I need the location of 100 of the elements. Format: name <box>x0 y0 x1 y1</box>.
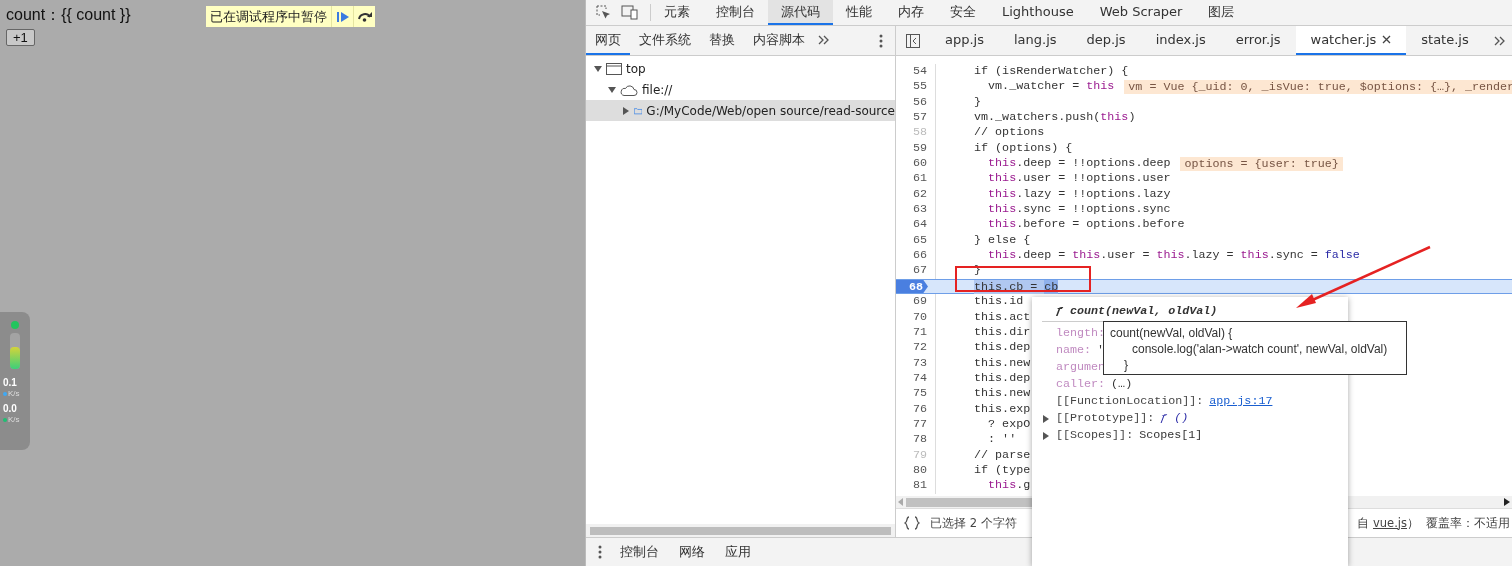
line-number: 67 <box>912 263 927 278</box>
line-number: 54 <box>912 64 927 78</box>
device-toolbar-icon[interactable] <box>621 5 638 20</box>
file-tab[interactable]: watcher.js <box>1295 26 1407 55</box>
line-number: 73 <box>912 355 927 370</box>
increment-button[interactable]: +1 <box>6 29 35 46</box>
panel-tab[interactable]: Web Scraper <box>1086 0 1196 25</box>
inline-value: options = {user: true} <box>1180 156 1343 171</box>
window-icon <box>606 62 622 75</box>
file-tab[interactable]: state.js <box>1406 26 1484 55</box>
panel-tab[interactable]: 性能 <box>833 0 885 25</box>
line-number: 71 <box>912 324 927 339</box>
code-line: // options <box>973 125 1045 141</box>
line-number: 57 <box>912 110 927 125</box>
line-number: 55 <box>912 79 927 94</box>
drawer-tab[interactable]: 控制台 <box>610 543 669 561</box>
line-number: 62 <box>912 186 927 201</box>
line-number: 78 <box>912 432 927 447</box>
property-value: ' <box>1097 342 1105 359</box>
tree-item[interactable]: top <box>586 58 895 79</box>
code-line: this.deep = !!options.deep <box>987 156 1171 172</box>
more-options-icon[interactable] <box>598 545 602 559</box>
gauge-icon <box>10 333 20 369</box>
drawer-tab[interactable]: 应用 <box>715 543 761 561</box>
cloud-icon <box>620 83 638 96</box>
close-icon[interactable] <box>1382 35 1392 44</box>
selection-status: 已选择 2 个字符 <box>930 515 1017 531</box>
line-number: 79 <box>912 447 927 462</box>
code-line: vm._watchers.push(this) <box>973 110 1136 126</box>
panel-tab[interactable]: 源代码 <box>768 0 833 25</box>
line-number: 75 <box>912 386 927 401</box>
line-number: 76 <box>912 401 927 416</box>
code-line: ? expO <box>987 416 1031 433</box>
rate-unit: K/s <box>8 414 20 425</box>
tree-item[interactable]: file:// <box>586 79 895 100</box>
code-line: } <box>973 94 982 111</box>
more-options-icon[interactable] <box>879 33 883 48</box>
collapsed-triangle-icon[interactable] <box>1042 431 1050 440</box>
scrollbar[interactable] <box>586 524 895 537</box>
property-key: [[Prototype]]: <box>1056 410 1155 427</box>
rate-value: 0.0 <box>3 403 17 414</box>
collapsed-triangle-icon[interactable] <box>1042 414 1050 423</box>
more-files-icon[interactable] <box>1493 35 1506 46</box>
line-number: 58 <box>912 125 927 140</box>
line-number: 60 <box>912 156 927 171</box>
expanded-triangle-icon[interactable] <box>594 64 602 73</box>
expanded-triangle-icon[interactable] <box>608 85 616 94</box>
line-number: 72 <box>912 340 927 355</box>
line-number: 66 <box>912 248 927 263</box>
code-line: vm._watcher = this <box>987 79 1115 95</box>
file-tab[interactable]: index.js <box>1140 26 1221 55</box>
current-line-number[interactable]: 68 <box>896 279 928 294</box>
more-tabs-icon[interactable] <box>818 34 830 45</box>
scroll-right-icon[interactable] <box>1504 498 1510 506</box>
line-number: 61 <box>912 171 927 186</box>
panel-tab[interactable]: Lighthouse <box>989 0 1087 25</box>
source-status: 自 vue.js） <box>1357 515 1419 531</box>
location-link[interactable]: app.js:17 <box>1209 393 1273 410</box>
sidebar-toggle-icon[interactable] <box>906 33 920 48</box>
inspect-icon[interactable] <box>596 5 611 20</box>
file-tab[interactable]: app.js <box>930 26 999 55</box>
code-line: this.before = options.before <box>987 217 1185 233</box>
line-number: 80 <box>912 462 927 477</box>
line-number: 63 <box>912 202 927 217</box>
drawer-tab[interactable]: 网络 <box>669 543 715 561</box>
property-key: [[FunctionLocation]]: <box>1056 393 1204 410</box>
file-tab[interactable]: error.js <box>1220 26 1296 55</box>
navigator-tab[interactable]: 文件系统 <box>630 26 700 55</box>
navigator-tab[interactable]: 替换 <box>700 26 744 55</box>
panel-tab[interactable]: 内存 <box>885 0 937 25</box>
tree-item[interactable]: G:/MyCode/Web/open source/read-source <box>586 100 895 121</box>
property-value: Scopes[1] <box>1139 427 1203 444</box>
paused-message: 已在调试程序中暂停 <box>209 7 328 26</box>
collapsed-triangle-icon[interactable] <box>622 106 630 115</box>
line-number: 74 <box>912 370 927 385</box>
line-number: 59 <box>912 140 927 155</box>
file-tab[interactable]: dep.js <box>1071 26 1141 55</box>
code-line: this.exp <box>973 401 1031 417</box>
status-dot <box>11 321 19 329</box>
code-line: if (isRenderWatcher) { <box>973 64 1129 80</box>
tooltip-line: console.log('alan->watch count', newVal, oldVal) <box>1132 342 1388 356</box>
pretty-print-icon[interactable] <box>904 516 920 530</box>
navigator-tab[interactable]: 内容脚本 <box>744 26 814 55</box>
panel-tab[interactable]: 安全 <box>937 0 989 25</box>
property-value: (…) <box>1111 376 1133 393</box>
code-line: this.dep <box>973 370 1031 387</box>
file-tab[interactable]: lang.js <box>999 26 1072 55</box>
navigator-tab[interactable]: 网页 <box>586 26 630 55</box>
line-number: 81 <box>912 478 927 493</box>
code-line: this.g <box>987 478 1031 494</box>
counter-label: count：{{ count }} <box>6 5 131 25</box>
panel-tab[interactable]: 元素 <box>651 0 703 25</box>
code-line: this.new <box>973 386 1031 402</box>
panel-tab[interactable]: 控制台 <box>703 0 768 25</box>
panel-tab[interactable]: 图层 <box>1195 0 1248 25</box>
code-line: this.act <box>973 309 1031 325</box>
line-number: 64 <box>912 217 927 232</box>
property-key: [[Scopes]]: <box>1056 427 1134 444</box>
property-value: ƒ () <box>1160 410 1189 427</box>
code-line: this.new <box>973 355 1031 371</box>
